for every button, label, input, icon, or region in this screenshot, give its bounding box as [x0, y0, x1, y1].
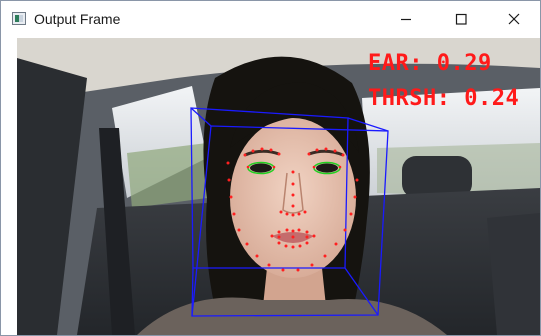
camera-scene	[17, 38, 540, 335]
eye-left	[250, 163, 272, 173]
minimize-button[interactable]	[383, 1, 429, 37]
eye-right	[316, 163, 338, 173]
maximize-button[interactable]	[438, 1, 484, 37]
app-window-icon	[12, 12, 26, 25]
threshold-readout: THRSH: 0.24	[368, 86, 520, 111]
minimize-icon	[401, 18, 411, 21]
face	[230, 118, 356, 278]
video-frame: EAR: 0.29 THRSH: 0.24	[17, 38, 540, 335]
window-title: Output Frame	[34, 11, 121, 27]
ear-readout: EAR: 0.29	[368, 51, 492, 76]
trees-left	[127, 143, 207, 208]
close-icon	[508, 13, 520, 25]
maximize-icon	[455, 13, 467, 25]
output-frame-window: Output Frame EAR: 0.29 THRSH: 0.24	[0, 0, 541, 336]
close-button[interactable]	[491, 1, 537, 37]
title-bar[interactable]: Output Frame	[1, 1, 540, 37]
